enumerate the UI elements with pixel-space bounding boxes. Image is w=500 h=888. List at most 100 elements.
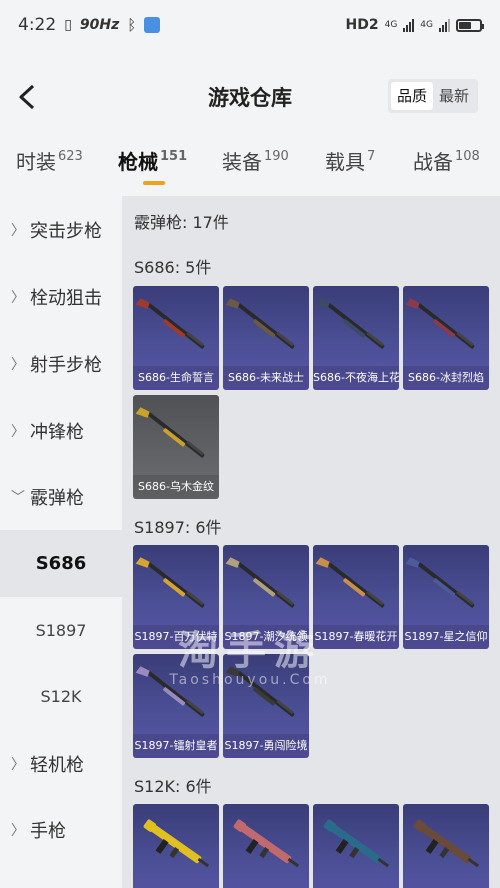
tab-count: 108 xyxy=(455,149,480,164)
group-title-s12k: S12K: 6件 xyxy=(134,777,212,796)
item-card[interactable]: S686-未来战士 xyxy=(223,286,309,390)
item-card-label: S686-冰封烈焰 xyxy=(403,366,489,390)
tab-count: 7 xyxy=(367,149,376,164)
group-title-s686: S686: 5件 xyxy=(134,258,212,277)
shotgun-icon xyxy=(225,557,295,608)
tab-label: 装备 xyxy=(222,150,262,174)
rifle-icon xyxy=(323,819,390,868)
tab-equipment[interactable]: 装备 190 xyxy=(222,146,289,175)
refresh-rate: 90Hz xyxy=(79,17,120,33)
signal-icon xyxy=(439,18,450,32)
chevron-right-icon: 〉 xyxy=(11,757,25,773)
chevron-right-icon: 〉 xyxy=(11,357,25,373)
item-card-label: S686-乌木金纹 xyxy=(133,475,219,499)
sidebar-item-smg[interactable]: 〉冲锋枪 xyxy=(0,398,122,464)
tab-vehicles[interactable]: 载具 7 xyxy=(325,146,375,175)
sim1-label: 4G xyxy=(384,20,398,30)
item-card-label: S1897-星之信仰 xyxy=(403,625,489,649)
item-card[interactable] xyxy=(403,804,489,888)
shotgun-icon xyxy=(135,557,205,608)
shotgun-icon xyxy=(315,557,385,608)
chevron-right-icon: 〉 xyxy=(11,290,25,306)
shotgun-icon xyxy=(135,298,205,349)
nfc-icon xyxy=(144,17,161,33)
tab-count: 190 xyxy=(264,149,289,164)
rifle-icon xyxy=(233,819,300,868)
chevron-down-icon: ﹀ xyxy=(11,490,25,506)
shotgun-icon xyxy=(135,407,205,458)
tab-guns[interactable]: 枪械 151 xyxy=(118,146,187,175)
battery-icon xyxy=(456,18,484,32)
sidebar-item-assault-rifle[interactable]: 〉突击步枪 xyxy=(0,197,122,263)
network-label: HD2 xyxy=(345,17,379,33)
category-tabs: 时装 623 枪械 151 装备 190 载具 7 战备 108 xyxy=(0,138,500,194)
item-card[interactable] xyxy=(313,804,399,888)
sidebar-sub-s1897[interactable]: S1897 xyxy=(0,597,122,663)
sort-quality-button[interactable]: 品质 xyxy=(390,82,433,110)
shotgun-icon xyxy=(315,298,385,349)
sidebar: 〉突击步枪 〉栓动狙击 〉射手步枪 〉冲锋枪 ﹀ 霰弹枪 S686 S1897 S… xyxy=(0,196,122,888)
shotgun-icon xyxy=(225,298,295,349)
header: 游戏仓库 品质 最新 xyxy=(0,70,500,124)
rifle-icon xyxy=(143,819,210,868)
group-title-s1897: S1897: 6件 xyxy=(134,518,222,537)
status-bar: 4:22 ▯ 90Hz ᛒ HD2 4G 4G xyxy=(0,0,500,50)
item-card-label: S686-不夜海上花 xyxy=(313,366,399,390)
tab-supplies[interactable]: 战备 108 xyxy=(413,146,480,175)
item-card-label: S686-未来战士 xyxy=(223,366,309,390)
tab-fashion[interactable]: 时装 623 xyxy=(16,146,83,175)
sort-latest-button[interactable]: 最新 xyxy=(433,82,475,110)
item-card[interactable] xyxy=(223,804,309,888)
shotgun-icon xyxy=(135,666,205,717)
status-time: 4:22 xyxy=(18,15,57,35)
item-card-label: S1897-春暖花开 xyxy=(313,625,399,649)
sidebar-item-label: 射手步枪 xyxy=(30,355,102,376)
item-card[interactable]: S1897-百万伏特 xyxy=(133,545,219,649)
sidebar-item-label: 栓动狙击 xyxy=(30,288,102,309)
sort-toggle: 品质 最新 xyxy=(387,79,478,113)
tab-label: 时装 xyxy=(16,150,56,174)
sidebar-item-shotgun[interactable]: ﹀ 霰弹枪 xyxy=(0,464,122,530)
item-card[interactable]: S686-冰封烈焰 xyxy=(403,286,489,390)
tab-label: 枪械 xyxy=(118,150,158,174)
item-card[interactable]: S1897-勇闯险境 xyxy=(223,654,309,758)
item-card[interactable]: S686-不夜海上花 xyxy=(313,286,399,390)
tab-count: 623 xyxy=(58,149,83,164)
active-tab-indicator xyxy=(143,181,165,185)
chevron-right-icon: 〉 xyxy=(11,823,25,839)
tab-count: 151 xyxy=(160,149,188,164)
category-title: 霰弹枪: 17件 xyxy=(134,213,229,232)
sidebar-item-bolt-sniper[interactable]: 〉栓动狙击 xyxy=(0,264,122,330)
sidebar-item-lmg[interactable]: 〉轻机枪 xyxy=(0,731,122,797)
item-card[interactable]: S1897-潮汐统领 xyxy=(223,545,309,649)
chevron-right-icon: 〉 xyxy=(11,223,25,239)
item-card-label: S1897-百万伏特 xyxy=(133,625,219,649)
sidebar-item-label: 霰弹枪 xyxy=(30,488,84,509)
vibrate-icon: ▯ xyxy=(64,17,72,33)
item-card[interactable]: S686-乌木金纹 xyxy=(133,395,219,499)
sim2-label: 4G xyxy=(420,20,433,30)
item-card[interactable] xyxy=(133,804,219,888)
signal-icon xyxy=(403,18,415,32)
item-grid-panel: 霰弹枪: 17件 S686: 5件 S686-生命誓言 S686-未来战士 S6… xyxy=(122,196,500,888)
sidebar-item-label: 冲锋枪 xyxy=(30,422,84,443)
item-card[interactable]: S1897-春暖花开 xyxy=(313,545,399,649)
item-card-label: S1897-镭射皇者 xyxy=(133,734,219,758)
sidebar-item-marksman[interactable]: 〉射手步枪 xyxy=(0,331,122,397)
item-card[interactable]: S1897-星之信仰 xyxy=(403,545,489,649)
item-card-label: S1897-勇闯险境 xyxy=(223,734,309,758)
item-card[interactable]: S1897-镭射皇者 xyxy=(133,654,219,758)
sidebar-item-label: 手枪 xyxy=(30,821,66,842)
sidebar-item-label: 突击步枪 xyxy=(30,221,102,242)
shotgun-icon xyxy=(225,666,295,717)
shotgun-icon xyxy=(405,298,475,349)
shotgun-icon xyxy=(405,557,475,608)
item-card[interactable]: S686-生命誓言 xyxy=(133,286,219,390)
tab-label: 载具 xyxy=(325,150,365,174)
bluetooth-icon: ᛒ xyxy=(127,16,137,34)
rifle-icon xyxy=(413,819,480,868)
sidebar-item-pistol[interactable]: 〉手枪 xyxy=(0,797,122,863)
item-card-label: S686-生命誓言 xyxy=(133,366,219,390)
sidebar-sub-s686[interactable]: S686 xyxy=(0,530,122,597)
sidebar-sub-s12k[interactable]: S12K xyxy=(0,663,122,729)
